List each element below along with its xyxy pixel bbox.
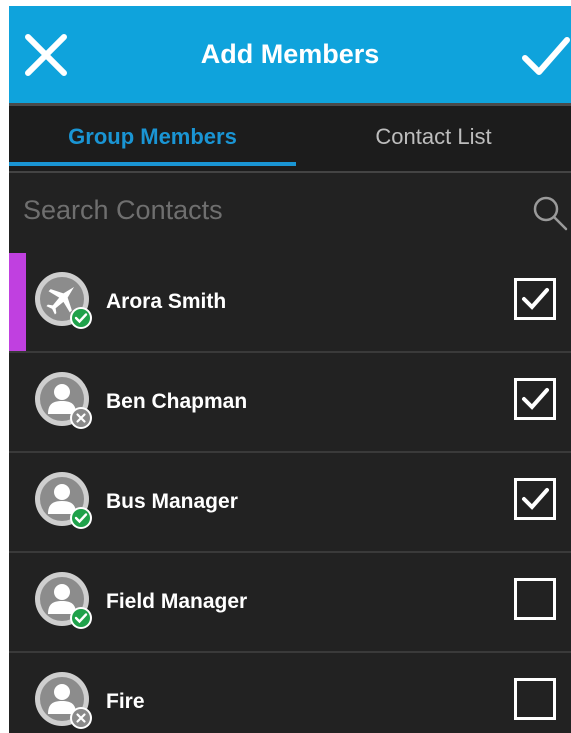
tab-group-members[interactable]: Group Members [9, 106, 296, 168]
contact-name: Fire [106, 690, 145, 713]
contact-name: Bus Manager [106, 490, 238, 513]
person-icon [35, 672, 92, 729]
tab-bar: Group Members Contact List [9, 103, 571, 174]
contact-checkbox[interactable] [514, 678, 556, 720]
checkmark-icon[interactable] [521, 34, 571, 78]
contact-name: Field Manager [106, 590, 248, 613]
contact-list: Arora Smith Ben Chapman Bus Manager Fiel… [9, 253, 571, 733]
contact-row[interactable]: Bus Manager [9, 453, 571, 553]
page-title: Add Members [200, 39, 380, 69]
search-icon[interactable] [532, 195, 568, 231]
selected-marker [9, 253, 26, 351]
tab-contact-list[interactable]: Contact List [296, 106, 571, 168]
contact-row[interactable]: Arora Smith [9, 253, 571, 353]
contact-row[interactable]: Fire [9, 653, 571, 733]
contact-checkbox[interactable] [514, 478, 556, 520]
contact-checkbox[interactable] [514, 378, 556, 420]
contact-row[interactable]: Ben Chapman [9, 353, 571, 453]
contact-name: Arora Smith [106, 290, 227, 313]
person-icon [35, 572, 92, 629]
contact-name: Ben Chapman [106, 390, 248, 413]
airplane-icon [35, 272, 92, 329]
close-icon[interactable] [23, 32, 69, 78]
contact-checkbox[interactable] [514, 278, 556, 320]
person-icon [35, 372, 92, 429]
search-input[interactable] [21, 189, 515, 231]
header-bar: Add Members [9, 6, 571, 103]
contact-row[interactable]: Field Manager [9, 553, 571, 653]
search-bar [9, 171, 571, 255]
checkmark-icon [522, 388, 549, 410]
checkmark-icon [522, 488, 549, 510]
add-members-screen: Add Members Group Members Contact List S… [9, 6, 571, 733]
person-icon [35, 472, 92, 529]
checkmark-icon [522, 288, 549, 310]
active-tab-indicator [9, 162, 296, 166]
contact-checkbox[interactable] [514, 578, 556, 620]
